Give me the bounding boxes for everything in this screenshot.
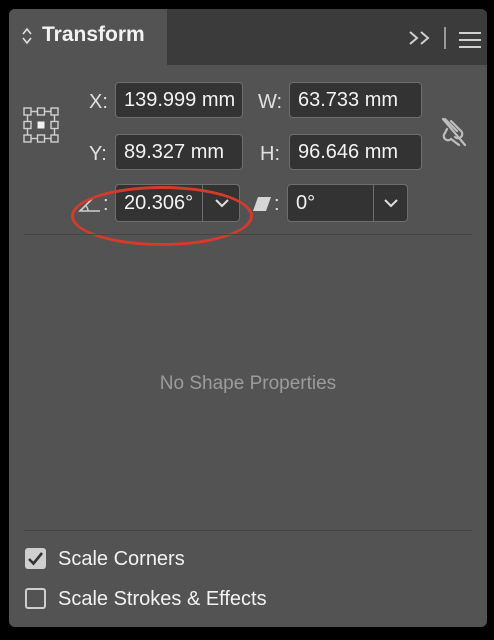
scale-corners-label[interactable]: Scale Corners xyxy=(58,548,185,571)
reference-point-grid-icon[interactable] xyxy=(23,107,59,143)
x-field[interactable]: 139.999 mm xyxy=(115,82,243,118)
checkmark-icon xyxy=(28,552,44,566)
h-field[interactable]: 96.646 mm xyxy=(289,134,422,170)
tab-transform[interactable]: Transform xyxy=(9,9,167,65)
unlinked-chain-icon[interactable] xyxy=(439,115,469,149)
updown-chevron-icon xyxy=(22,27,32,45)
scale-strokes-label[interactable]: Scale Strokes & Effects xyxy=(58,588,267,611)
x-label: X: xyxy=(89,91,108,113)
divider xyxy=(24,234,472,235)
panel-tab-bar: Transform xyxy=(9,9,487,65)
hamburger-menu-icon[interactable] xyxy=(459,32,481,48)
w-field[interactable]: 63.733 mm xyxy=(289,82,422,118)
y-field[interactable]: 89.327 mm xyxy=(115,134,243,170)
shear-colon: : xyxy=(274,193,280,215)
chevron-down-icon[interactable] xyxy=(384,199,398,208)
panel-title: Transform xyxy=(42,23,145,46)
shear-combo[interactable]: 0° xyxy=(287,184,408,222)
shear-icon xyxy=(253,197,271,211)
rotate-highlight-circle xyxy=(71,186,253,246)
y-label: Y: xyxy=(89,143,107,165)
double-chevron-right-icon[interactable] xyxy=(407,28,433,48)
h-label: H: xyxy=(260,143,280,165)
no-shape-properties-message: No Shape Properties xyxy=(159,373,337,394)
shear-value[interactable]: 0° xyxy=(296,192,315,215)
scale-corners-checkbox[interactable] xyxy=(25,548,46,569)
transform-panel: Transform X: 139.999 mm W: 63.733 mm Y: … xyxy=(9,9,487,627)
w-label: W: xyxy=(258,91,283,113)
divider xyxy=(24,530,472,531)
scale-strokes-checkbox[interactable] xyxy=(25,588,46,609)
tab-bar-divider xyxy=(444,27,446,49)
